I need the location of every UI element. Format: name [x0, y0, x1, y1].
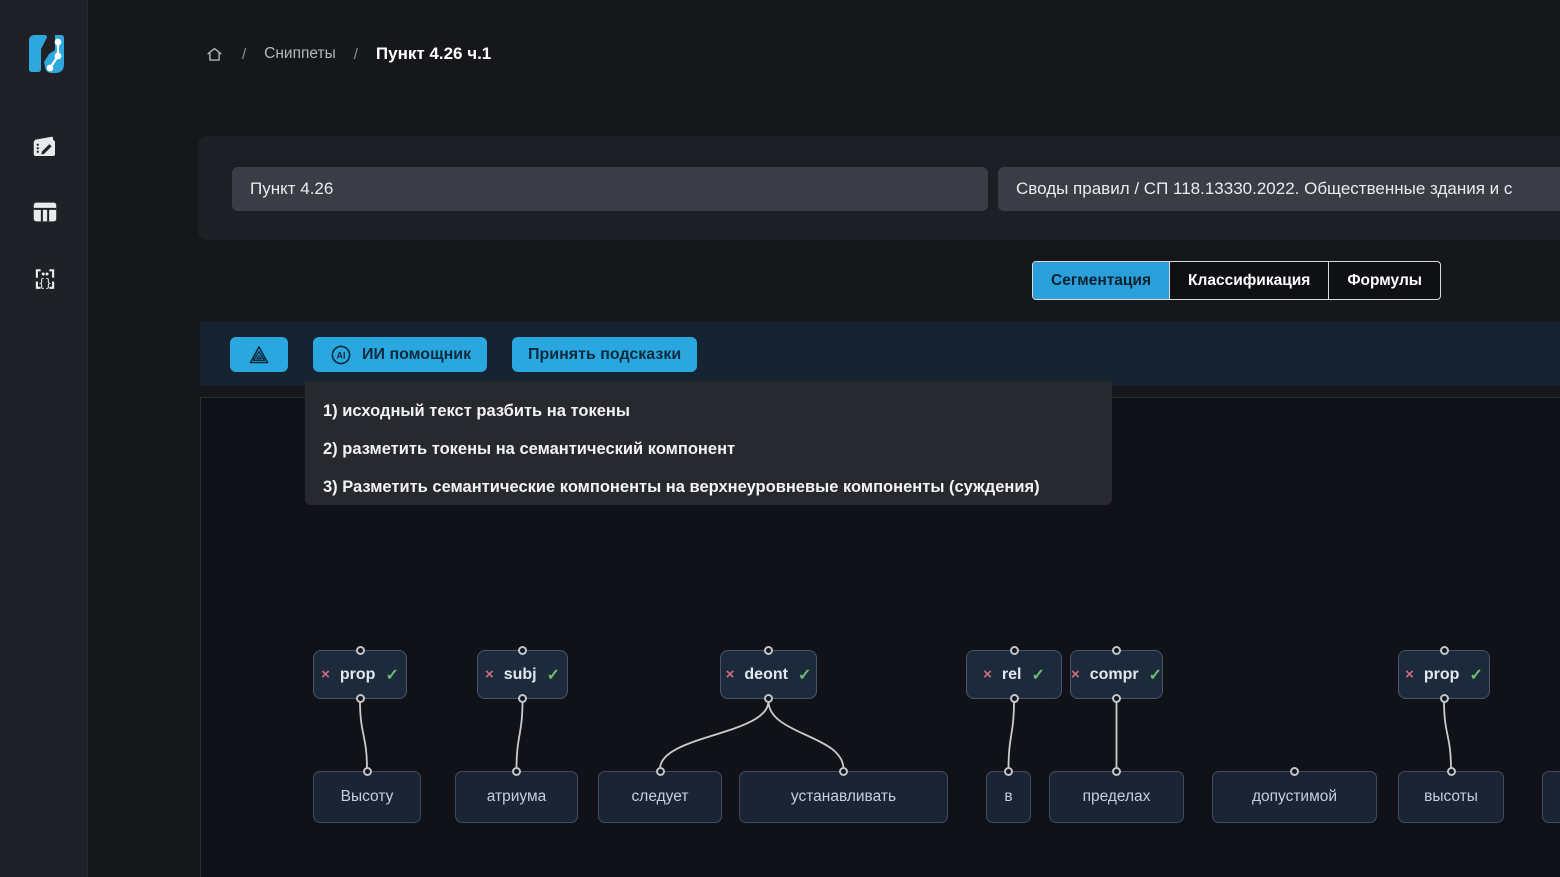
token-label: высоты: [1424, 788, 1478, 806]
semantic-node-compr[interactable]: × compr ✓: [1070, 650, 1163, 699]
node-handle-top[interactable]: [1290, 767, 1299, 776]
ai-assistant-label: ИИ помощник: [362, 346, 471, 364]
tab-formulas[interactable]: Формулы: [1328, 262, 1440, 299]
semantic-node-label: compr: [1090, 666, 1139, 684]
semantic-node-label: subj: [504, 666, 537, 684]
node-handle-top[interactable]: [1010, 646, 1019, 655]
node-handle-bottom[interactable]: [356, 694, 365, 703]
table-icon: [30, 197, 60, 227]
ai-badge-icon: AI: [329, 343, 353, 367]
confirm-node-icon[interactable]: ✓: [385, 665, 398, 685]
semantic-node-rel[interactable]: × rel ✓: [966, 650, 1062, 699]
view-tabs: Сегментация Классификация Формулы: [1032, 261, 1441, 300]
ai-assistant-button[interactable]: AI ИИ помощник: [313, 337, 487, 372]
token-label: устанавливать: [791, 788, 896, 806]
semantic-node-label: prop: [340, 666, 376, 684]
delete-node-icon[interactable]: ×: [1405, 666, 1414, 683]
svg-text:{}: {}: [38, 277, 52, 290]
node-handle-bottom[interactable]: [764, 694, 773, 703]
token-node-следует[interactable]: следует: [598, 771, 722, 823]
delete-node-icon[interactable]: ×: [321, 666, 330, 683]
token-node-высоты[interactable]: высоты: [1398, 771, 1504, 823]
token-node-атриума[interactable]: атриума: [455, 771, 578, 823]
semantic-node-prop[interactable]: × prop ✓: [1398, 650, 1490, 699]
hierarchy-mode-button[interactable]: [230, 337, 288, 372]
confirm-node-icon[interactable]: ✓: [1031, 665, 1044, 685]
semantic-node-deont[interactable]: × deont ✓: [720, 650, 817, 699]
semantic-node-label: rel: [1002, 666, 1022, 684]
node-handle-bottom[interactable]: [1112, 694, 1121, 703]
segmentation-toolbar: AI ИИ помощник Принять подсказки: [200, 322, 1560, 386]
ai-step-3: 3) Разметить семантические компоненты на…: [323, 468, 1112, 506]
code-brackets-icon: {}: [30, 264, 60, 294]
breadcrumb-current-page: Пункт 4.26 ч.1: [376, 44, 491, 64]
token-node-partial[interactable]: [1542, 771, 1560, 823]
nested-triangles-icon: [247, 343, 271, 367]
node-handle-top[interactable]: [1112, 646, 1121, 655]
ai-step-1: 1) исходный текст разбить на токены: [323, 392, 1112, 430]
sidebar-item-code[interactable]: {}: [28, 262, 62, 296]
token-node-устанавливать[interactable]: устанавливать: [739, 771, 948, 823]
tab-segmentation[interactable]: Сегментация: [1033, 262, 1169, 299]
semantic-node-subj[interactable]: × subj ✓: [477, 650, 568, 699]
snippet-form-panel: [198, 136, 1560, 240]
node-handle-top[interactable]: [1112, 767, 1121, 776]
node-handle-top[interactable]: [363, 767, 372, 776]
sidebar-item-snippets[interactable]: [28, 129, 62, 163]
token-label: атриума: [487, 788, 547, 806]
node-handle-top[interactable]: [518, 646, 527, 655]
semantic-node-prop[interactable]: × prop ✓: [313, 650, 407, 699]
sidebar: {}: [0, 0, 88, 877]
node-handle-bottom[interactable]: [1440, 694, 1449, 703]
home-icon[interactable]: [205, 45, 224, 64]
token-label: Высоту: [341, 788, 394, 806]
semantic-node-label: deont: [744, 666, 788, 684]
snippet-title-input[interactable]: [232, 167, 988, 211]
sidebar-item-tables[interactable]: [28, 195, 62, 229]
confirm-node-icon[interactable]: ✓: [798, 665, 811, 685]
accept-hints-button[interactable]: Принять подсказки: [512, 337, 697, 372]
confirm-node-icon[interactable]: ✓: [1469, 665, 1482, 685]
node-handle-top[interactable]: [1440, 646, 1449, 655]
ai-step-2: 2) разметить токены на семантический ком…: [323, 430, 1112, 468]
tab-classification[interactable]: Классификация: [1169, 262, 1328, 299]
delete-node-icon[interactable]: ×: [726, 666, 735, 683]
accept-hints-label: Принять подсказки: [528, 346, 681, 364]
token-node-пределах[interactable]: пределах: [1049, 771, 1184, 823]
logo-icon: [17, 25, 73, 81]
document-reference-input[interactable]: [998, 167, 1560, 211]
delete-node-icon[interactable]: ×: [485, 666, 494, 683]
svg-text:AI: AI: [337, 350, 346, 360]
breadcrumb: / Сниппеты / Пункт 4.26 ч.1: [205, 44, 491, 64]
node-handle-bottom[interactable]: [1010, 694, 1019, 703]
token-label: допустимой: [1252, 788, 1337, 806]
breadcrumb-separator: /: [354, 46, 358, 63]
node-handle-top[interactable]: [512, 767, 521, 776]
confirm-node-icon[interactable]: ✓: [547, 665, 560, 685]
confirm-node-icon[interactable]: ✓: [1149, 665, 1162, 685]
token-node-в[interactable]: в: [986, 771, 1031, 823]
app-logo[interactable]: [14, 22, 76, 84]
node-handle-top[interactable]: [1447, 767, 1456, 776]
token-label: в: [1004, 788, 1012, 806]
node-handle-top[interactable]: [656, 767, 665, 776]
token-node-допустимой[interactable]: допустимой: [1212, 771, 1377, 823]
breadcrumb-snippets-link[interactable]: Сниппеты: [264, 45, 336, 63]
delete-node-icon[interactable]: ×: [1071, 666, 1080, 683]
node-handle-top[interactable]: [764, 646, 773, 655]
node-handle-top[interactable]: [839, 767, 848, 776]
delete-node-icon[interactable]: ×: [983, 666, 992, 683]
token-label: пределах: [1083, 788, 1151, 806]
token-node-Высоту[interactable]: Высоту: [313, 771, 421, 823]
node-handle-top[interactable]: [1004, 767, 1013, 776]
node-handle-top[interactable]: [356, 646, 365, 655]
ai-steps-dropdown: 1) исходный текст разбить на токены 2) р…: [305, 381, 1112, 505]
snippet-edit-icon: [30, 131, 60, 161]
semantic-node-label: prop: [1424, 666, 1460, 684]
token-label: следует: [632, 788, 689, 806]
node-handle-bottom[interactable]: [518, 694, 527, 703]
breadcrumb-separator: /: [242, 46, 246, 63]
